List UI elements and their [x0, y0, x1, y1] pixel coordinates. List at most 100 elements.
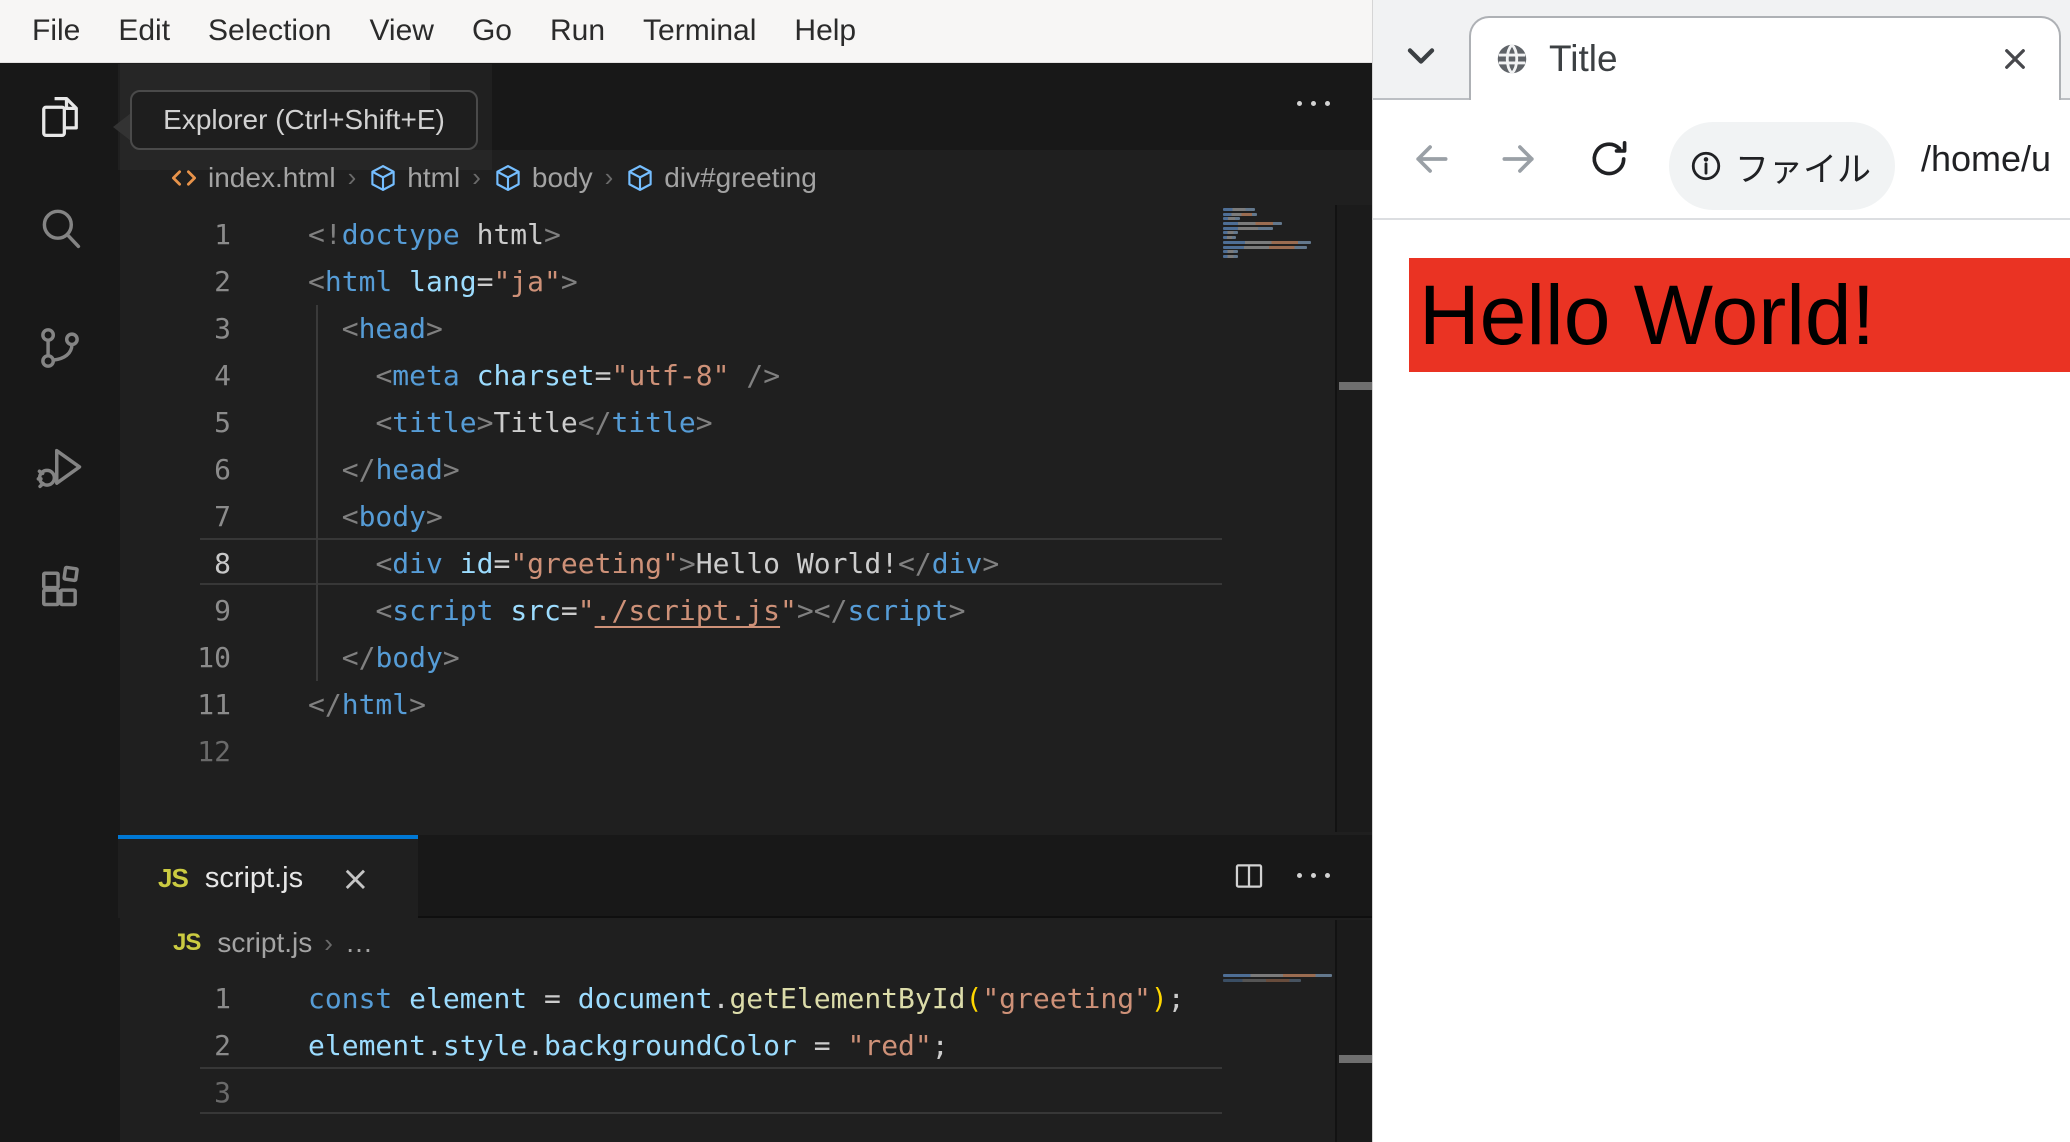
line-number: 5 [214, 406, 231, 439]
code-line-1: <!doctype html> [308, 218, 561, 251]
scrollbar[interactable] [1335, 205, 1372, 832]
minimap-line [1223, 236, 1236, 240]
editor-more-actions-button[interactable] [1297, 101, 1330, 106]
browser-tab-title[interactable]: Title [1469, 16, 2061, 100]
forward-button-icon[interactable] [1497, 137, 1541, 181]
tab-close-icon[interactable]: × [341, 862, 370, 896]
line-number: 2 [214, 1029, 231, 1062]
tooltip-arrow [113, 113, 131, 141]
breadcrumb-separator: › [324, 927, 333, 958]
panel-group-header: JS script.js × [118, 835, 1372, 918]
js-file-icon: JS [173, 929, 201, 956]
current-line-highlight [200, 1067, 1222, 1114]
reload-button-icon[interactable] [1587, 137, 1631, 181]
code-line-10: </body> [341, 641, 460, 674]
minimap-line [1223, 217, 1240, 221]
menu-item-selection[interactable]: Selection [189, 14, 350, 48]
line-number: 3 [214, 312, 231, 345]
activity-bar [0, 63, 120, 1142]
symbol-cube-icon [628, 164, 652, 191]
breadcrumb-item-div-greeting[interactable]: div#greeting [664, 162, 817, 194]
breadcrumb-separator: › [604, 162, 614, 192]
explorer-tooltip: Explorer (Ctrl+Shift+E) [130, 90, 478, 150]
breadcrumb-item-body[interactable]: body [532, 162, 593, 194]
menu-item-help[interactable]: Help [775, 14, 875, 48]
line-number: 9 [214, 594, 231, 627]
globe-favicon-icon [1497, 43, 1527, 75]
minimap-line [1223, 245, 1307, 249]
indent-guide [316, 305, 318, 681]
file-scheme-chip: ファイル [1735, 150, 1871, 189]
back-button-icon[interactable] [1409, 137, 1453, 181]
menu-item-view[interactable]: View [350, 14, 452, 48]
code-line-8: <div id="greeting">Hello World!</div> [375, 547, 1000, 580]
explorer-icon[interactable] [34, 91, 86, 143]
minimap-line [1223, 974, 1332, 977]
minimap-line [1223, 226, 1273, 230]
minimap-line [1223, 222, 1282, 226]
tab-search-chevron-icon[interactable] [1399, 34, 1443, 74]
code-line-3: <head> [341, 312, 443, 345]
menu-item-edit[interactable]: Edit [99, 14, 189, 48]
line-number: 10 [197, 641, 231, 674]
vscode-window: File Edit Selection View Go Run Terminal Help [0, 0, 1372, 1142]
browser-tab-close-icon[interactable] [1997, 41, 2033, 77]
menu-item-terminal[interactable]: Terminal [624, 14, 775, 48]
browser-tabstrip: Title [1373, 0, 2070, 100]
vscode-menubar: File Edit Selection View Go Run Terminal Help [0, 0, 1372, 63]
code-line-2: element.style.backgroundColor = "red"; [308, 1029, 949, 1062]
address-bar[interactable]: ファイル [1669, 122, 1895, 210]
line-number: 12 [197, 735, 231, 768]
extensions-icon[interactable] [34, 562, 86, 614]
code-line-7: <body> [341, 500, 443, 533]
minimap-line [1223, 208, 1255, 211]
code-line-2: <html lang="ja"> [308, 265, 578, 298]
search-icon[interactable] [34, 202, 86, 254]
line-number: 8 [214, 547, 231, 580]
line-number: 1 [214, 982, 231, 1015]
tab-label: script.js [204, 862, 304, 894]
breadcrumb-item-script-js[interactable]: script.js [217, 927, 312, 959]
code-line-1: const element = document.getElementById(… [308, 982, 1185, 1015]
code-line-11: </html> [308, 688, 427, 721]
split-editor-button[interactable] [1232, 859, 1266, 893]
line-number: 4 [214, 359, 231, 392]
line-number: 11 [197, 688, 231, 721]
info-icon[interactable] [1689, 149, 1723, 183]
line-number: 6 [214, 453, 231, 486]
minimap-line [1223, 250, 1238, 254]
breadcrumb-item--[interactable]: … [345, 927, 373, 959]
panel-more-actions-button[interactable] [1297, 873, 1330, 878]
minimap[interactable] [1223, 208, 1335, 260]
browser-page-content: Hello World! [1373, 220, 2070, 1142]
line-number: 2 [214, 265, 231, 298]
url-text[interactable]: /home/u [1921, 100, 2051, 218]
browser-window: Title ファイル /home/u Hello World! [1372, 0, 2070, 1142]
line-number: 1 [214, 218, 231, 251]
screenshot-root: File Edit Selection View Go Run Terminal Help [0, 0, 2070, 1142]
code-line-5: <title>Title</title> [375, 406, 713, 439]
code-line-6: </head> [341, 453, 460, 486]
minimap-line [1223, 978, 1301, 982]
symbol-cube-icon [496, 164, 520, 191]
browser-toolbar: ファイル /home/u [1373, 100, 2070, 218]
menu-item-go[interactable]: Go [453, 14, 531, 48]
code-line-9: <script src="./script.js"></script> [375, 594, 966, 627]
minimap-line [1223, 231, 1238, 235]
browser-tab-label: Title [1549, 38, 1618, 79]
panel-minimap[interactable] [1223, 974, 1335, 983]
line-number: 3 [214, 1076, 231, 1109]
menu-item-run[interactable]: Run [531, 14, 624, 48]
run-debug-icon[interactable] [34, 442, 86, 494]
code-line-4: <meta charset="utf-8" /> [375, 359, 781, 392]
line-number: 7 [214, 500, 231, 533]
tab-script-js[interactable]: JS script.js × [118, 835, 418, 918]
minimap-line [1223, 212, 1257, 216]
minimap-line [1223, 254, 1238, 258]
source-control-icon[interactable] [34, 322, 86, 374]
js-file-icon: JS [158, 863, 189, 893]
panel-breadcrumb: JS script.js › … [173, 920, 373, 966]
menu-item-file[interactable]: File [13, 14, 99, 48]
minimap-line [1223, 240, 1311, 244]
panel-scrollbar[interactable] [1335, 920, 1372, 1142]
